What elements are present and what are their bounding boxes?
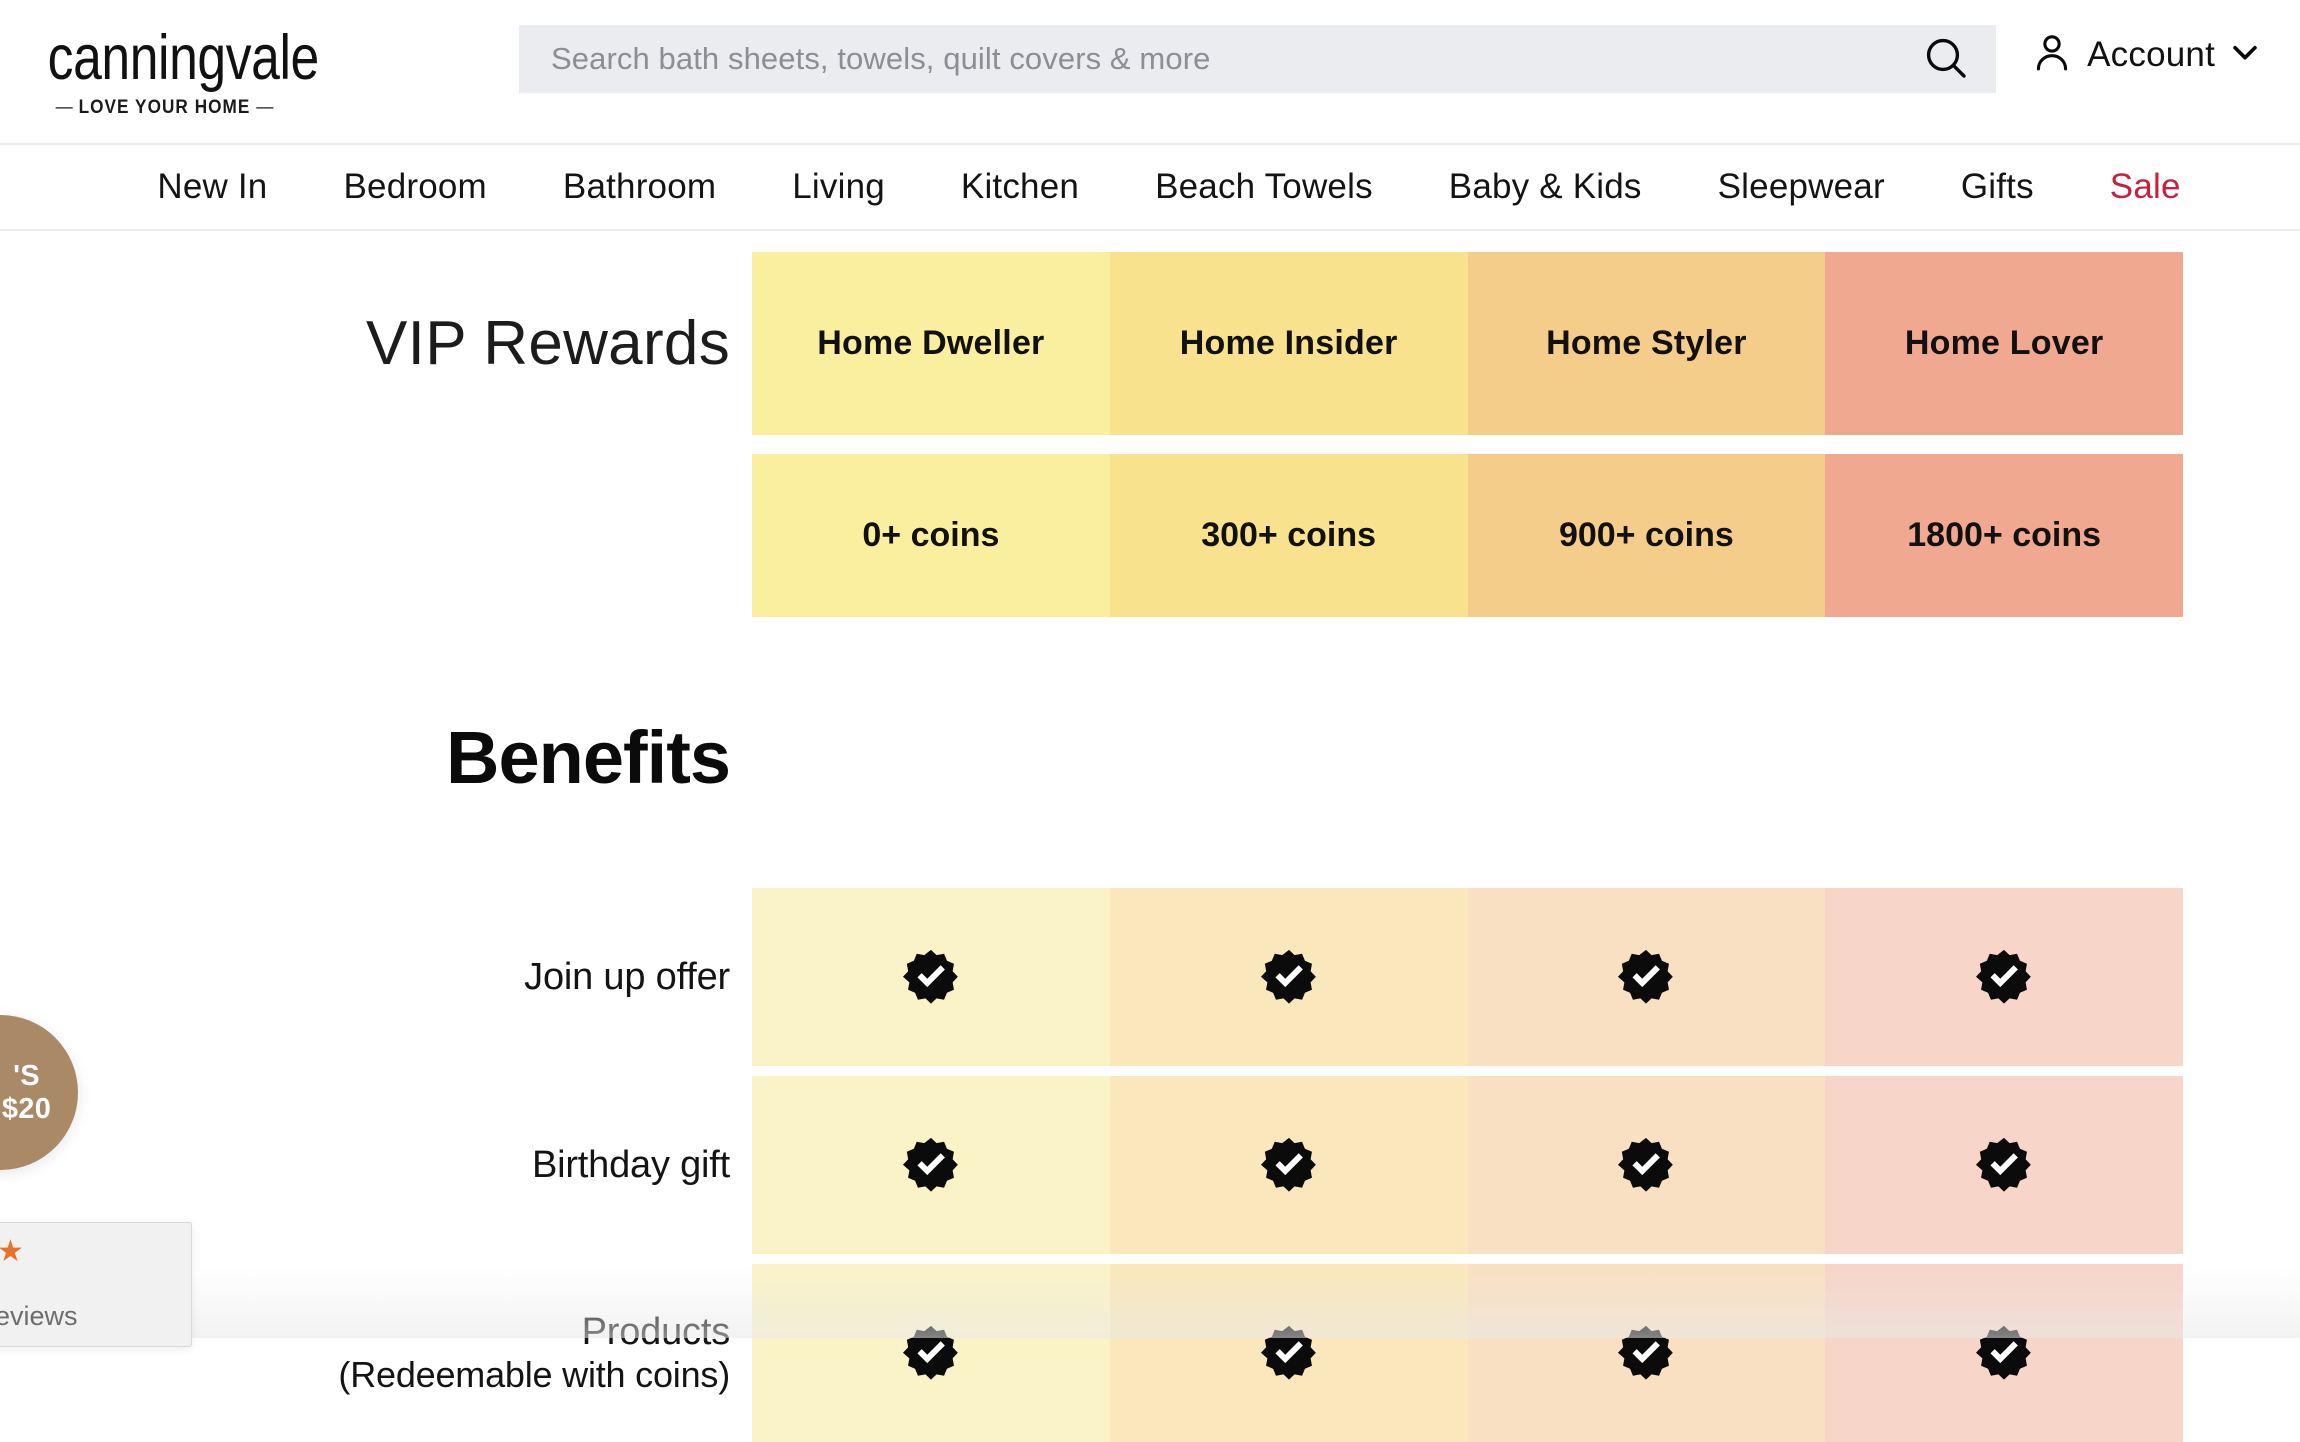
search-input[interactable] (549, 25, 1910, 93)
nav-item-kitchen[interactable]: Kitchen (923, 167, 1117, 207)
nav-item-living[interactable]: Living (754, 167, 923, 207)
search-button[interactable] (1922, 34, 1970, 85)
divider-spacer (0, 1066, 752, 1076)
nav-item-baby-kids[interactable]: Baby & Kids (1411, 167, 1680, 207)
rewards-bubble-line-1: 'S (13, 1060, 40, 1093)
main-navigation: New In Bedroom Bathroom Living Kitchen B… (0, 145, 2300, 231)
benefit-label-cell: Join up offer (0, 888, 752, 1066)
vip-rewards-title-cell: VIP Rewards (0, 252, 752, 435)
tier-cell-home-lover: Home Lover (1825, 252, 2183, 435)
verified-check-icon (1617, 1136, 1675, 1194)
coins-row-label (0, 454, 752, 617)
nav-item-gifts[interactable]: Gifts (1923, 167, 2072, 207)
coins-threshold: 0+ coins (862, 516, 1000, 554)
benefit-row-divider (0, 1066, 2183, 1076)
nav-item-bathroom[interactable]: Bathroom (525, 167, 754, 207)
nav-item-sleepwear[interactable]: Sleepwear (1680, 167, 1923, 207)
verified-check-icon (1975, 1324, 2033, 1382)
verified-check-icon (1975, 948, 2033, 1006)
verified-check-icon (1617, 948, 1675, 1006)
benefit-check-cell (1825, 1264, 2183, 1442)
benefit-check-cell (1467, 1076, 1826, 1254)
verified-check-icon (1260, 948, 1318, 1006)
search-bar[interactable] (519, 25, 1996, 93)
rating-stars: ★ (0, 1237, 191, 1267)
coins-threshold: 900+ coins (1558, 516, 1734, 554)
benefit-check-cell (752, 1264, 1110, 1442)
benefit-label: Products (581, 1310, 731, 1353)
benefits-heading: Benefits (446, 716, 731, 799)
search-icon (1922, 34, 1970, 85)
tier-cell-home-styler: Home Styler (1467, 252, 1826, 435)
user-icon (2030, 30, 2074, 79)
benefit-row-birthday-gift: Birthday gift (0, 1076, 2183, 1254)
benefit-row-products: Products (Redeemable with coins) (0, 1264, 2183, 1442)
reviews-count-label: eviews (0, 1301, 78, 1331)
coins-threshold: 300+ coins (1201, 516, 1377, 554)
tier-coins-row: 0+ coins 300+ coins 900+ coins 1800+ coi… (0, 454, 2183, 617)
benefit-label: Join up offer (524, 955, 730, 998)
reviews-widget[interactable]: ★ eviews (0, 1222, 192, 1347)
page-title: VIP Rewards (366, 309, 730, 378)
benefit-check-cell (1109, 1264, 1468, 1442)
tier-name-row: VIP Rewards Home Dweller Home Insider Ho… (0, 252, 2183, 435)
account-label: Account (2087, 34, 2215, 74)
coins-threshold: 1800+ coins (1907, 516, 2101, 554)
benefit-row-join-up-offer: Join up offer (0, 888, 2183, 1066)
account-menu[interactable]: Account (2030, 30, 2262, 79)
verified-check-icon (902, 948, 960, 1006)
tagline-dash-right: — (256, 95, 274, 118)
brand-tagline: — LOVE YOUR HOME — (39, 96, 290, 119)
benefit-check-cell (1467, 1264, 1826, 1442)
benefit-check-cell (1825, 1076, 2183, 1254)
divider-spacer (0, 435, 752, 454)
coins-cell-home-lover: 1800+ coins (1825, 454, 2183, 617)
benefit-check-cell (752, 1076, 1110, 1254)
benefit-label: Birthday gift (531, 1143, 730, 1186)
chevron-down-icon (2228, 35, 2262, 74)
tier-name-label: Home Insider (1179, 324, 1398, 362)
verified-check-icon (1617, 1324, 1675, 1382)
benefit-check-cell (1467, 888, 1826, 1066)
brand-name: canningvale (47, 23, 320, 93)
tier-name-label: Home Styler (1546, 324, 1747, 362)
nav-item-beach-towels[interactable]: Beach Towels (1117, 167, 1411, 207)
tagline-text: LOVE YOUR HOME (78, 95, 251, 118)
tier-cell-home-dweller: Home Dweller (752, 252, 1110, 435)
coins-cell-home-dweller: 0+ coins (752, 454, 1110, 617)
tier-name-label: Home Dweller (817, 324, 1045, 362)
tier-name-label: Home Lover (1904, 324, 2104, 362)
rewards-bubble-line-2: $20 (1, 1092, 52, 1125)
benefit-label-group: Products (Redeemable with coins) (338, 1310, 730, 1397)
verified-check-icon (1260, 1136, 1318, 1194)
site-header: canningvale — LOVE YOUR HOME — Account (0, 0, 2300, 145)
benefit-sublabel: (Redeemable with coins) (338, 1354, 730, 1396)
tagline-dash-left: — (55, 95, 73, 118)
benefit-check-cell (752, 888, 1110, 1066)
star-icon: ★ (0, 1235, 24, 1268)
vip-tier-table: VIP Rewards Home Dweller Home Insider Ho… (0, 252, 2183, 617)
verified-check-icon (1260, 1324, 1318, 1382)
coins-cell-home-styler: 900+ coins (1467, 454, 1826, 617)
coins-cell-home-insider: 300+ coins (1109, 454, 1468, 617)
verified-check-icon (902, 1324, 960, 1382)
benefit-check-cell (1825, 888, 2183, 1066)
benefit-check-cell (1109, 888, 1468, 1066)
benefits-table: Join up offer Birthday gift Products (Re… (0, 888, 2183, 1442)
nav-item-bedroom[interactable]: Bedroom (305, 167, 524, 207)
benefit-row-divider (0, 1254, 2183, 1264)
verified-check-icon (902, 1136, 960, 1194)
benefit-check-cell (1109, 1076, 1468, 1254)
tier-row-divider (0, 435, 2183, 454)
nav-item-new-in[interactable]: New In (119, 167, 305, 207)
nav-item-sale[interactable]: Sale (2072, 167, 2181, 207)
brand-logo[interactable]: canningvale — LOVE YOUR HOME — (22, 23, 320, 119)
verified-check-icon (1975, 1136, 2033, 1194)
tier-cell-home-insider: Home Insider (1109, 252, 1468, 435)
